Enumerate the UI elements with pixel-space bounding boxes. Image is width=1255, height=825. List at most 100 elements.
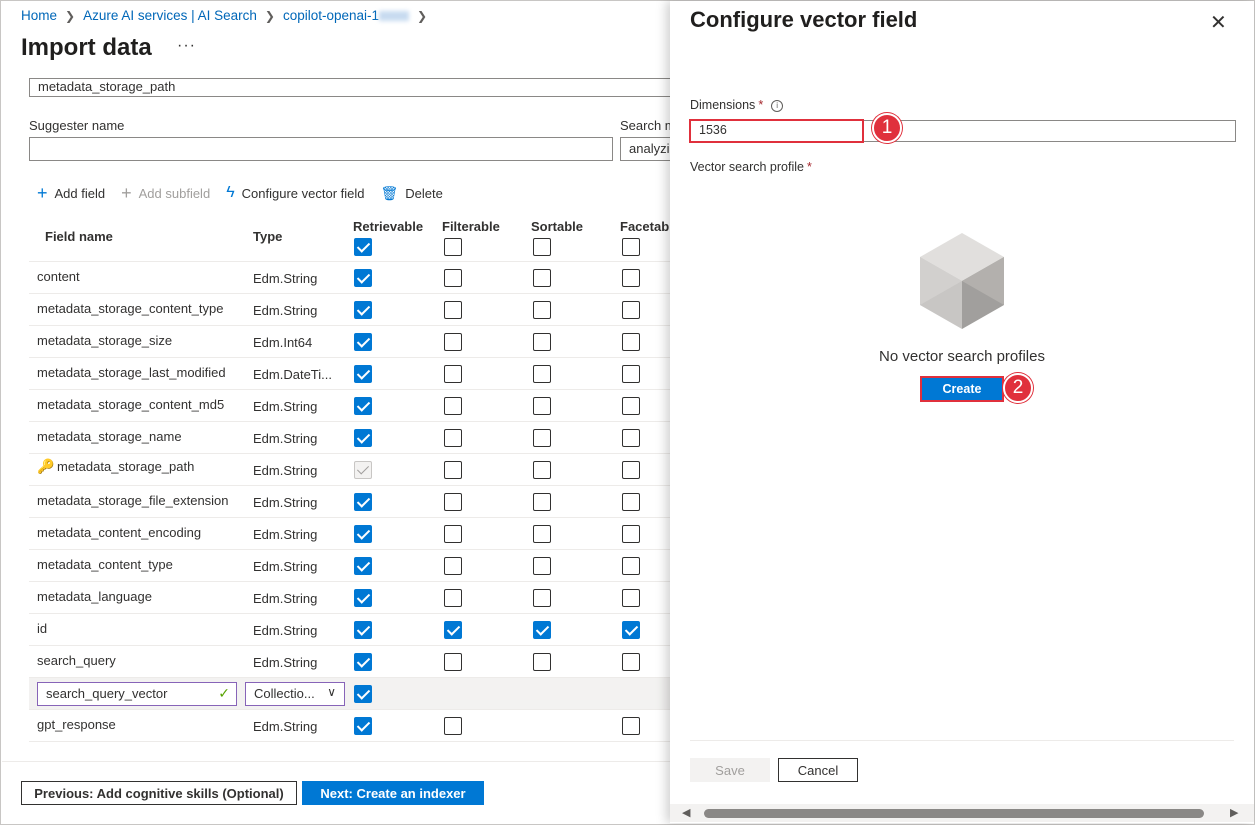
facetable-checkbox[interactable]: [622, 333, 640, 351]
sortable-checkbox[interactable]: [533, 461, 551, 479]
field-name-text: metadata_language: [37, 589, 152, 604]
facetable-checkbox[interactable]: [622, 525, 640, 543]
facetable-checkbox[interactable]: [622, 557, 640, 575]
table-row[interactable]: metadata_storage_content_md5 Edm.String: [29, 390, 670, 422]
retrievable-checkbox[interactable]: [354, 621, 372, 639]
save-button[interactable]: Save: [690, 758, 770, 782]
suggester-name-input[interactable]: [29, 137, 613, 161]
table-row[interactable]: id Edm.String: [29, 614, 670, 646]
configure-vector-field-button[interactable]: ϟ Configure vector field: [226, 185, 364, 201]
filterable-checkbox[interactable]: [444, 429, 462, 447]
next-button[interactable]: Next: Create an indexer: [302, 781, 484, 805]
table-row[interactable]: metadata_storage_name Edm.String: [29, 422, 670, 454]
facetable-checkbox[interactable]: [622, 493, 640, 511]
retrievable-checkbox[interactable]: [354, 525, 372, 543]
facetable-checkbox[interactable]: [622, 365, 640, 383]
scroll-thumb[interactable]: [704, 809, 1204, 818]
cancel-button[interactable]: Cancel: [778, 758, 858, 782]
facetable-checkbox[interactable]: [622, 653, 640, 671]
facetable-checkbox[interactable]: [622, 269, 640, 287]
chevron-right-icon: ❯: [65, 8, 76, 23]
search-mode-select[interactable]: analyzi: [620, 137, 670, 161]
retrievable-checkbox[interactable]: [354, 397, 372, 415]
table-row[interactable]: 🔑 metadata_storage_path Edm.String: [29, 454, 670, 486]
facetable-select-all-checkbox[interactable]: [622, 238, 640, 256]
retrievable-checkbox[interactable]: [354, 333, 372, 351]
delete-button[interactable]: 🗑 Delete: [381, 186, 443, 201]
retrievable-checkbox[interactable]: [354, 589, 372, 607]
filterable-checkbox[interactable]: [444, 269, 462, 287]
filterable-checkbox[interactable]: [444, 621, 462, 639]
sortable-checkbox[interactable]: [533, 525, 551, 543]
retrievable-checkbox[interactable]: [354, 269, 372, 287]
filterable-checkbox[interactable]: [444, 493, 462, 511]
filterable-checkbox[interactable]: [444, 301, 462, 319]
sortable-checkbox[interactable]: [533, 653, 551, 671]
table-row[interactable]: content Edm.String: [29, 262, 670, 294]
table-row[interactable]: metadata_language Edm.String: [29, 582, 670, 614]
sortable-select-all-checkbox[interactable]: [533, 238, 551, 256]
table-row[interactable]: metadata_storage_file_extension Edm.Strin…: [29, 486, 670, 518]
filterable-checkbox[interactable]: [444, 461, 462, 479]
column-header-retrievable: Retrievable: [353, 219, 424, 234]
table-row[interactable]: metadata_storage_size Edm.Int64: [29, 326, 670, 358]
facetable-checkbox[interactable]: [622, 461, 640, 479]
sortable-checkbox[interactable]: [533, 269, 551, 287]
partial-field-input[interactable]: metadata_storage_path: [29, 78, 670, 97]
retrievable-checkbox[interactable]: [354, 365, 372, 383]
add-field-button[interactable]: + Add field: [37, 184, 105, 202]
breadcrumb-ai-search[interactable]: Azure AI services | AI Search: [83, 8, 257, 23]
retrievable-checkbox[interactable]: [354, 717, 372, 735]
table-row[interactable]: search_query_vector ✓ Collectio... ∨: [29, 678, 670, 710]
retrievable-checkbox[interactable]: [354, 301, 372, 319]
filterable-checkbox[interactable]: [444, 397, 462, 415]
facetable-checkbox[interactable]: [622, 429, 640, 447]
field-type-select[interactable]: Collectio... ∨: [245, 682, 345, 706]
previous-button[interactable]: Previous: Add cognitive skills (Optional…: [21, 781, 297, 805]
add-subfield-button[interactable]: + Add subfield: [121, 184, 210, 202]
breadcrumb-home[interactable]: Home: [21, 8, 57, 23]
retrievable-checkbox[interactable]: [354, 685, 372, 703]
filterable-checkbox[interactable]: [444, 589, 462, 607]
filterable-checkbox[interactable]: [444, 333, 462, 351]
retrievable-checkbox[interactable]: [354, 493, 372, 511]
retrievable-select-all-checkbox[interactable]: [354, 238, 372, 256]
sortable-checkbox[interactable]: [533, 493, 551, 511]
filterable-checkbox[interactable]: [444, 557, 462, 575]
filterable-checkbox[interactable]: [444, 525, 462, 543]
table-row[interactable]: gpt_response Edm.String: [29, 710, 670, 742]
filterable-checkbox[interactable]: [444, 653, 462, 671]
field-name-input[interactable]: search_query_vector ✓: [37, 682, 237, 706]
table-row[interactable]: metadata_content_encoding Edm.String: [29, 518, 670, 550]
sortable-checkbox[interactable]: [533, 365, 551, 383]
horizontal-scrollbar[interactable]: ◀ ▶: [670, 804, 1254, 822]
scroll-left-icon[interactable]: ◀: [682, 806, 690, 819]
sortable-checkbox[interactable]: [533, 589, 551, 607]
facetable-checkbox[interactable]: [622, 589, 640, 607]
sortable-checkbox[interactable]: [533, 557, 551, 575]
sortable-checkbox[interactable]: [533, 333, 551, 351]
table-row[interactable]: search_query Edm.String: [29, 646, 670, 678]
facetable-checkbox[interactable]: [622, 301, 640, 319]
facetable-checkbox[interactable]: [622, 717, 640, 735]
sortable-checkbox[interactable]: [533, 301, 551, 319]
more-options-icon[interactable]: ···: [177, 37, 196, 55]
sortable-checkbox[interactable]: [533, 429, 551, 447]
scroll-right-icon[interactable]: ▶: [1230, 806, 1238, 819]
sortable-checkbox[interactable]: [533, 397, 551, 415]
breadcrumb-service[interactable]: copilot-openai-1: [283, 8, 410, 23]
facetable-checkbox[interactable]: [622, 397, 640, 415]
filterable-checkbox[interactable]: [444, 717, 462, 735]
filterable-select-all-checkbox[interactable]: [444, 238, 462, 256]
close-icon[interactable]: ✕: [1210, 10, 1227, 35]
info-icon[interactable]: i: [771, 100, 784, 112]
retrievable-checkbox[interactable]: [354, 429, 372, 447]
retrievable-checkbox[interactable]: [354, 653, 372, 671]
table-row[interactable]: metadata_storage_content_type Edm.String: [29, 294, 670, 326]
retrievable-checkbox[interactable]: [354, 557, 372, 575]
sortable-checkbox[interactable]: [533, 621, 551, 639]
facetable-checkbox[interactable]: [622, 621, 640, 639]
table-row[interactable]: metadata_content_type Edm.String: [29, 550, 670, 582]
filterable-checkbox[interactable]: [444, 365, 462, 383]
table-row[interactable]: metadata_storage_last_modified Edm.DateTi…: [29, 358, 670, 390]
